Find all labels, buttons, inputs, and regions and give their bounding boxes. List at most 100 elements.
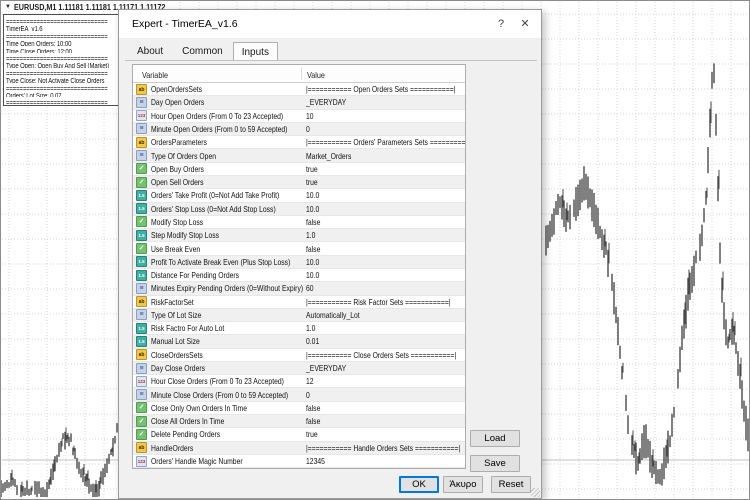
table-row[interactable]: 123Orders' Handle Magic Number12345 bbox=[133, 455, 465, 468]
tab-inputs[interactable]: Inputs bbox=[233, 42, 278, 61]
tab-about[interactable]: About bbox=[128, 42, 172, 60]
param-value[interactable]: Market_Orders bbox=[306, 151, 351, 161]
param-value[interactable]: Automatically_Lot bbox=[306, 310, 360, 320]
table-row[interactable]: 1.5Orders' Take Profit (0=Not Add Take P… bbox=[133, 189, 465, 202]
param-value[interactable]: 10.0 bbox=[306, 190, 319, 200]
help-icon[interactable]: ? bbox=[493, 17, 509, 32]
table-row[interactable]: ✓Open Buy Orderstrue bbox=[133, 163, 465, 176]
table-row[interactable]: 123Hour Close Orders (From 0 To 23 Accep… bbox=[133, 375, 465, 388]
param-value[interactable]: _EVERYDAY bbox=[306, 363, 346, 373]
param-value[interactable]: false bbox=[306, 403, 320, 413]
table-row[interactable]: ≡Day Open Orders_EVERYDAY bbox=[133, 96, 465, 109]
param-value[interactable]: false bbox=[306, 244, 320, 254]
table-row[interactable]: ≡Type Of Lot SizeAutomatically_Lot bbox=[133, 309, 465, 322]
enum-type-icon: ≡ bbox=[136, 123, 147, 134]
param-value[interactable]: |=========== Close Orders Sets =========… bbox=[306, 350, 456, 360]
table-row[interactable]: ✓Delete Pending Orderstrue bbox=[133, 428, 465, 441]
param-name: Minute Open Orders (From 0 to 59 Accepte… bbox=[151, 124, 287, 134]
comment-line: TimerEA_v1.6 bbox=[6, 23, 116, 30]
table-row[interactable]: ✓Use Break Evenfalse bbox=[133, 242, 465, 255]
param-value[interactable]: 10.0 bbox=[306, 257, 319, 267]
param-value[interactable]: |=========== Risk Factor Sets ==========… bbox=[306, 297, 451, 307]
param-value[interactable]: 12 bbox=[306, 376, 314, 386]
param-value[interactable]: true bbox=[306, 164, 318, 174]
param-value[interactable]: 0.01 bbox=[306, 336, 319, 346]
param-value[interactable]: 1.0 bbox=[306, 323, 315, 333]
param-name: RiskFactorSet bbox=[151, 297, 194, 307]
table-row[interactable]: ✓ Close All Orders In Time false bbox=[133, 415, 465, 428]
param-value[interactable]: false bbox=[306, 217, 320, 227]
comment-line: Time Close Orders: 12:00 bbox=[6, 46, 116, 53]
param-name: Minute Close Orders (From 0 to 59 Accept… bbox=[151, 390, 288, 400]
column-header-variable: Variable bbox=[142, 70, 168, 80]
param-name: OrdersParameters bbox=[151, 137, 207, 147]
table-row[interactable]: ✓Open Sell Orderstrue bbox=[133, 176, 465, 189]
table-row[interactable]: ✓Close Only Own Orders In Timefalse bbox=[133, 402, 465, 415]
enum-type-icon: ≡ bbox=[136, 150, 147, 161]
comment-line: ============================== bbox=[6, 83, 116, 90]
tab-common[interactable]: Common bbox=[173, 42, 232, 60]
table-row[interactable]: abCloseOrdersSets|=========== Close Orde… bbox=[133, 349, 465, 362]
table-row[interactable]: 1.5Manual Lot Size0.01 bbox=[133, 335, 465, 348]
table-row[interactable]: ✓Modify Stop Lossfalse bbox=[133, 216, 465, 229]
param-value[interactable]: true bbox=[306, 429, 318, 439]
bool-type-icon: ✓ bbox=[136, 163, 147, 174]
param-value[interactable]: |=========== Handle Orders Sets ========… bbox=[306, 443, 460, 453]
chart-dropdown-icon[interactable]: ▼ bbox=[5, 4, 11, 10]
param-value[interactable]: 12345 bbox=[306, 456, 325, 466]
param-name: Day Close Orders bbox=[151, 363, 205, 373]
string-type-icon: ab bbox=[136, 442, 147, 453]
bool-type-icon: ✓ bbox=[136, 243, 147, 254]
table-row[interactable]: ≡Minutes Expiry Pending Orders (0=Withou… bbox=[133, 282, 465, 295]
table-row[interactable]: 123Hour Open Orders (From 0 To 23 Accept… bbox=[133, 110, 465, 123]
load-button[interactable]: Load bbox=[470, 430, 520, 447]
param-value[interactable]: |=========== Orders' Parameters Sets ===… bbox=[306, 137, 465, 147]
param-name: Orders' Handle Magic Number bbox=[151, 456, 243, 466]
table-row[interactable]: ab RiskFactorSet |=========== Risk Factor … bbox=[133, 296, 465, 309]
table-row[interactable]: abOpenOrdersSets|=========== Open Orders… bbox=[133, 83, 465, 96]
param-value[interactable]: _EVERYDAY bbox=[306, 97, 346, 107]
table-row[interactable]: abHandleOrders|=========== Handle Orders… bbox=[133, 442, 465, 455]
save-button[interactable]: Save bbox=[470, 455, 520, 472]
table-row[interactable]: ≡Day Close Orders_EVERYDAY bbox=[133, 362, 465, 375]
cancel-button[interactable]: Άκυρο bbox=[443, 476, 483, 493]
ok-button[interactable]: OK bbox=[399, 476, 439, 493]
param-value[interactable]: 1.0 bbox=[306, 230, 315, 240]
param-name: Open Sell Orders bbox=[151, 177, 204, 187]
param-name: Close All Orders In Time bbox=[151, 416, 224, 426]
table-row[interactable]: 1.5Profit To Activate Break Even (Plus S… bbox=[133, 256, 465, 269]
table-row[interactable]: 1.5Step Modify Stop Loss1.0 bbox=[133, 229, 465, 242]
param-value[interactable]: 60 bbox=[306, 283, 314, 293]
table-row[interactable]: abOrdersParameters|=========== Orders' P… bbox=[133, 136, 465, 149]
comment-line: Orders' Lot Size: 0.07 bbox=[6, 90, 116, 97]
param-value[interactable]: 10 bbox=[306, 111, 314, 121]
param-value[interactable]: |=========== Open Orders Sets ==========… bbox=[306, 84, 455, 94]
expert-properties-dialog: Expert - TimerEA_v1.6 ? ✕ About Common I… bbox=[118, 9, 542, 499]
string-type-icon: ab bbox=[136, 296, 147, 307]
table-row[interactable]: 1.5Distance For Pending Orders10.0 bbox=[133, 269, 465, 282]
param-value[interactable]: 0 bbox=[306, 124, 310, 134]
param-value[interactable]: true bbox=[306, 177, 318, 187]
param-value[interactable]: 0 bbox=[306, 390, 310, 400]
table-row[interactable]: ≡Minute Close Orders (From 0 to 59 Accep… bbox=[133, 388, 465, 401]
double-type-icon: 1.5 bbox=[136, 323, 147, 334]
table-body: abOpenOrdersSets|=========== Open Orders… bbox=[133, 83, 465, 468]
table-row[interactable]: 1.5Orders' Stop Loss (0=Not Add Stop Los… bbox=[133, 203, 465, 216]
chart-comment-box: ============================== TimerEA_v1… bbox=[3, 14, 119, 106]
param-name: Minutes Expiry Pending Orders (0=Without… bbox=[151, 283, 303, 293]
param-value[interactable]: false bbox=[306, 416, 320, 426]
param-name: Step Modify Stop Loss bbox=[151, 230, 219, 240]
resize-grip-icon[interactable] bbox=[531, 488, 540, 497]
close-icon[interactable]: ✕ bbox=[517, 17, 533, 32]
param-value[interactable]: 10.0 bbox=[306, 204, 319, 214]
bool-type-icon: ✓ bbox=[136, 216, 147, 227]
double-type-icon: 1.5 bbox=[136, 203, 147, 214]
bool-type-icon: ✓ bbox=[136, 416, 147, 427]
table-row[interactable]: 1.5Risk Factro For Auto Lot1.0 bbox=[133, 322, 465, 335]
table-row[interactable]: ≡Type Of Orders OpenMarket_Orders bbox=[133, 149, 465, 162]
param-value[interactable]: 10.0 bbox=[306, 270, 319, 280]
reset-button[interactable]: Reset bbox=[491, 476, 531, 493]
table-row[interactable]: ≡ Minute Open Orders (From 0 to 59 Accept… bbox=[133, 123, 465, 136]
mt4-chart-window: ▼ EURUSD,M1 1.11181 1.11181 1.11171 1.11… bbox=[0, 0, 750, 500]
double-type-icon: 1.5 bbox=[136, 270, 147, 281]
